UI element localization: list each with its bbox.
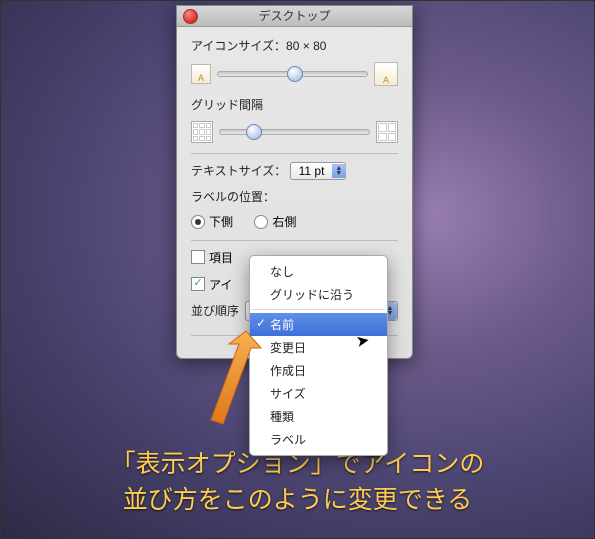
menu-item-created[interactable]: 作成日 <box>250 359 387 382</box>
radio-bottom[interactable]: 下側 <box>191 213 233 230</box>
menu-item-size[interactable]: サイズ <box>250 382 387 405</box>
icon-size-slider[interactable] <box>217 71 368 77</box>
chevron-updown-icon: ▲▼ <box>332 164 346 178</box>
menu-item-none[interactable]: なし <box>250 260 387 283</box>
divider <box>191 240 398 241</box>
slider-thumb-icon[interactable] <box>287 66 303 82</box>
grid-dense-icon <box>191 121 213 143</box>
checkbox-item-info[interactable]: 項目 <box>191 249 233 266</box>
radio-right[interactable]: 右側 <box>254 213 296 230</box>
text-size-value: 11 pt <box>299 164 325 178</box>
titlebar[interactable]: デスクトップ <box>177 6 412 27</box>
menu-item-snap-to-grid[interactable]: グリッドに沿う <box>250 283 387 306</box>
menu-item-kind[interactable]: 種類 <box>250 405 387 428</box>
slider-thumb-grid[interactable] <box>246 124 262 140</box>
radio-dot-icon <box>254 215 268 229</box>
checkbox-item-info-label: 項目 <box>209 249 233 266</box>
icon-size-slider-row: A A <box>191 62 398 86</box>
checkbox-box-icon <box>191 277 205 291</box>
grid-spacing-slider-row <box>191 121 398 143</box>
checkbox-box-icon <box>191 250 205 264</box>
annotation-caption: 「表示オプション」でアイコンの 並び方をこのように変更できる <box>1 446 594 519</box>
radio-dot-icon <box>191 215 205 229</box>
label-position-label: ラベルの位置： <box>191 188 398 205</box>
text-size-select[interactable]: 11 pt ▲▼ <box>290 162 346 180</box>
icon-size-large-icon: A <box>374 62 398 86</box>
icon-size-label: アイコンサイズ：80 × 80 <box>191 37 398 54</box>
radio-bottom-label: 下側 <box>209 213 233 230</box>
window-title: デスクトップ <box>258 9 330 23</box>
checkbox-icon-preview-label: アイ <box>209 276 232 293</box>
radio-right-label: 右側 <box>272 213 296 230</box>
sort-order-label: 並び順序 <box>191 302 239 319</box>
sort-order-menu: なし グリッドに沿う 名前 変更日 作成日 サイズ 種類 ラベル <box>249 255 388 456</box>
menu-separator <box>251 309 386 310</box>
checkbox-icon-preview[interactable]: アイ <box>191 276 232 293</box>
icon-size-small-icon: A <box>191 64 211 84</box>
label-position-radios: 下側 右側 <box>191 213 398 232</box>
divider <box>191 153 398 154</box>
grid-sparse-icon <box>376 121 398 143</box>
grid-spacing-slider[interactable] <box>219 129 370 135</box>
menu-item-label[interactable]: ラベル <box>250 428 387 451</box>
text-size-label: テキストサイズ： <box>191 164 286 178</box>
grid-spacing-label: グリッド間隔 <box>191 96 398 113</box>
text-size-row: テキストサイズ： 11 pt ▲▼ <box>191 162 398 180</box>
close-button[interactable] <box>183 9 198 24</box>
